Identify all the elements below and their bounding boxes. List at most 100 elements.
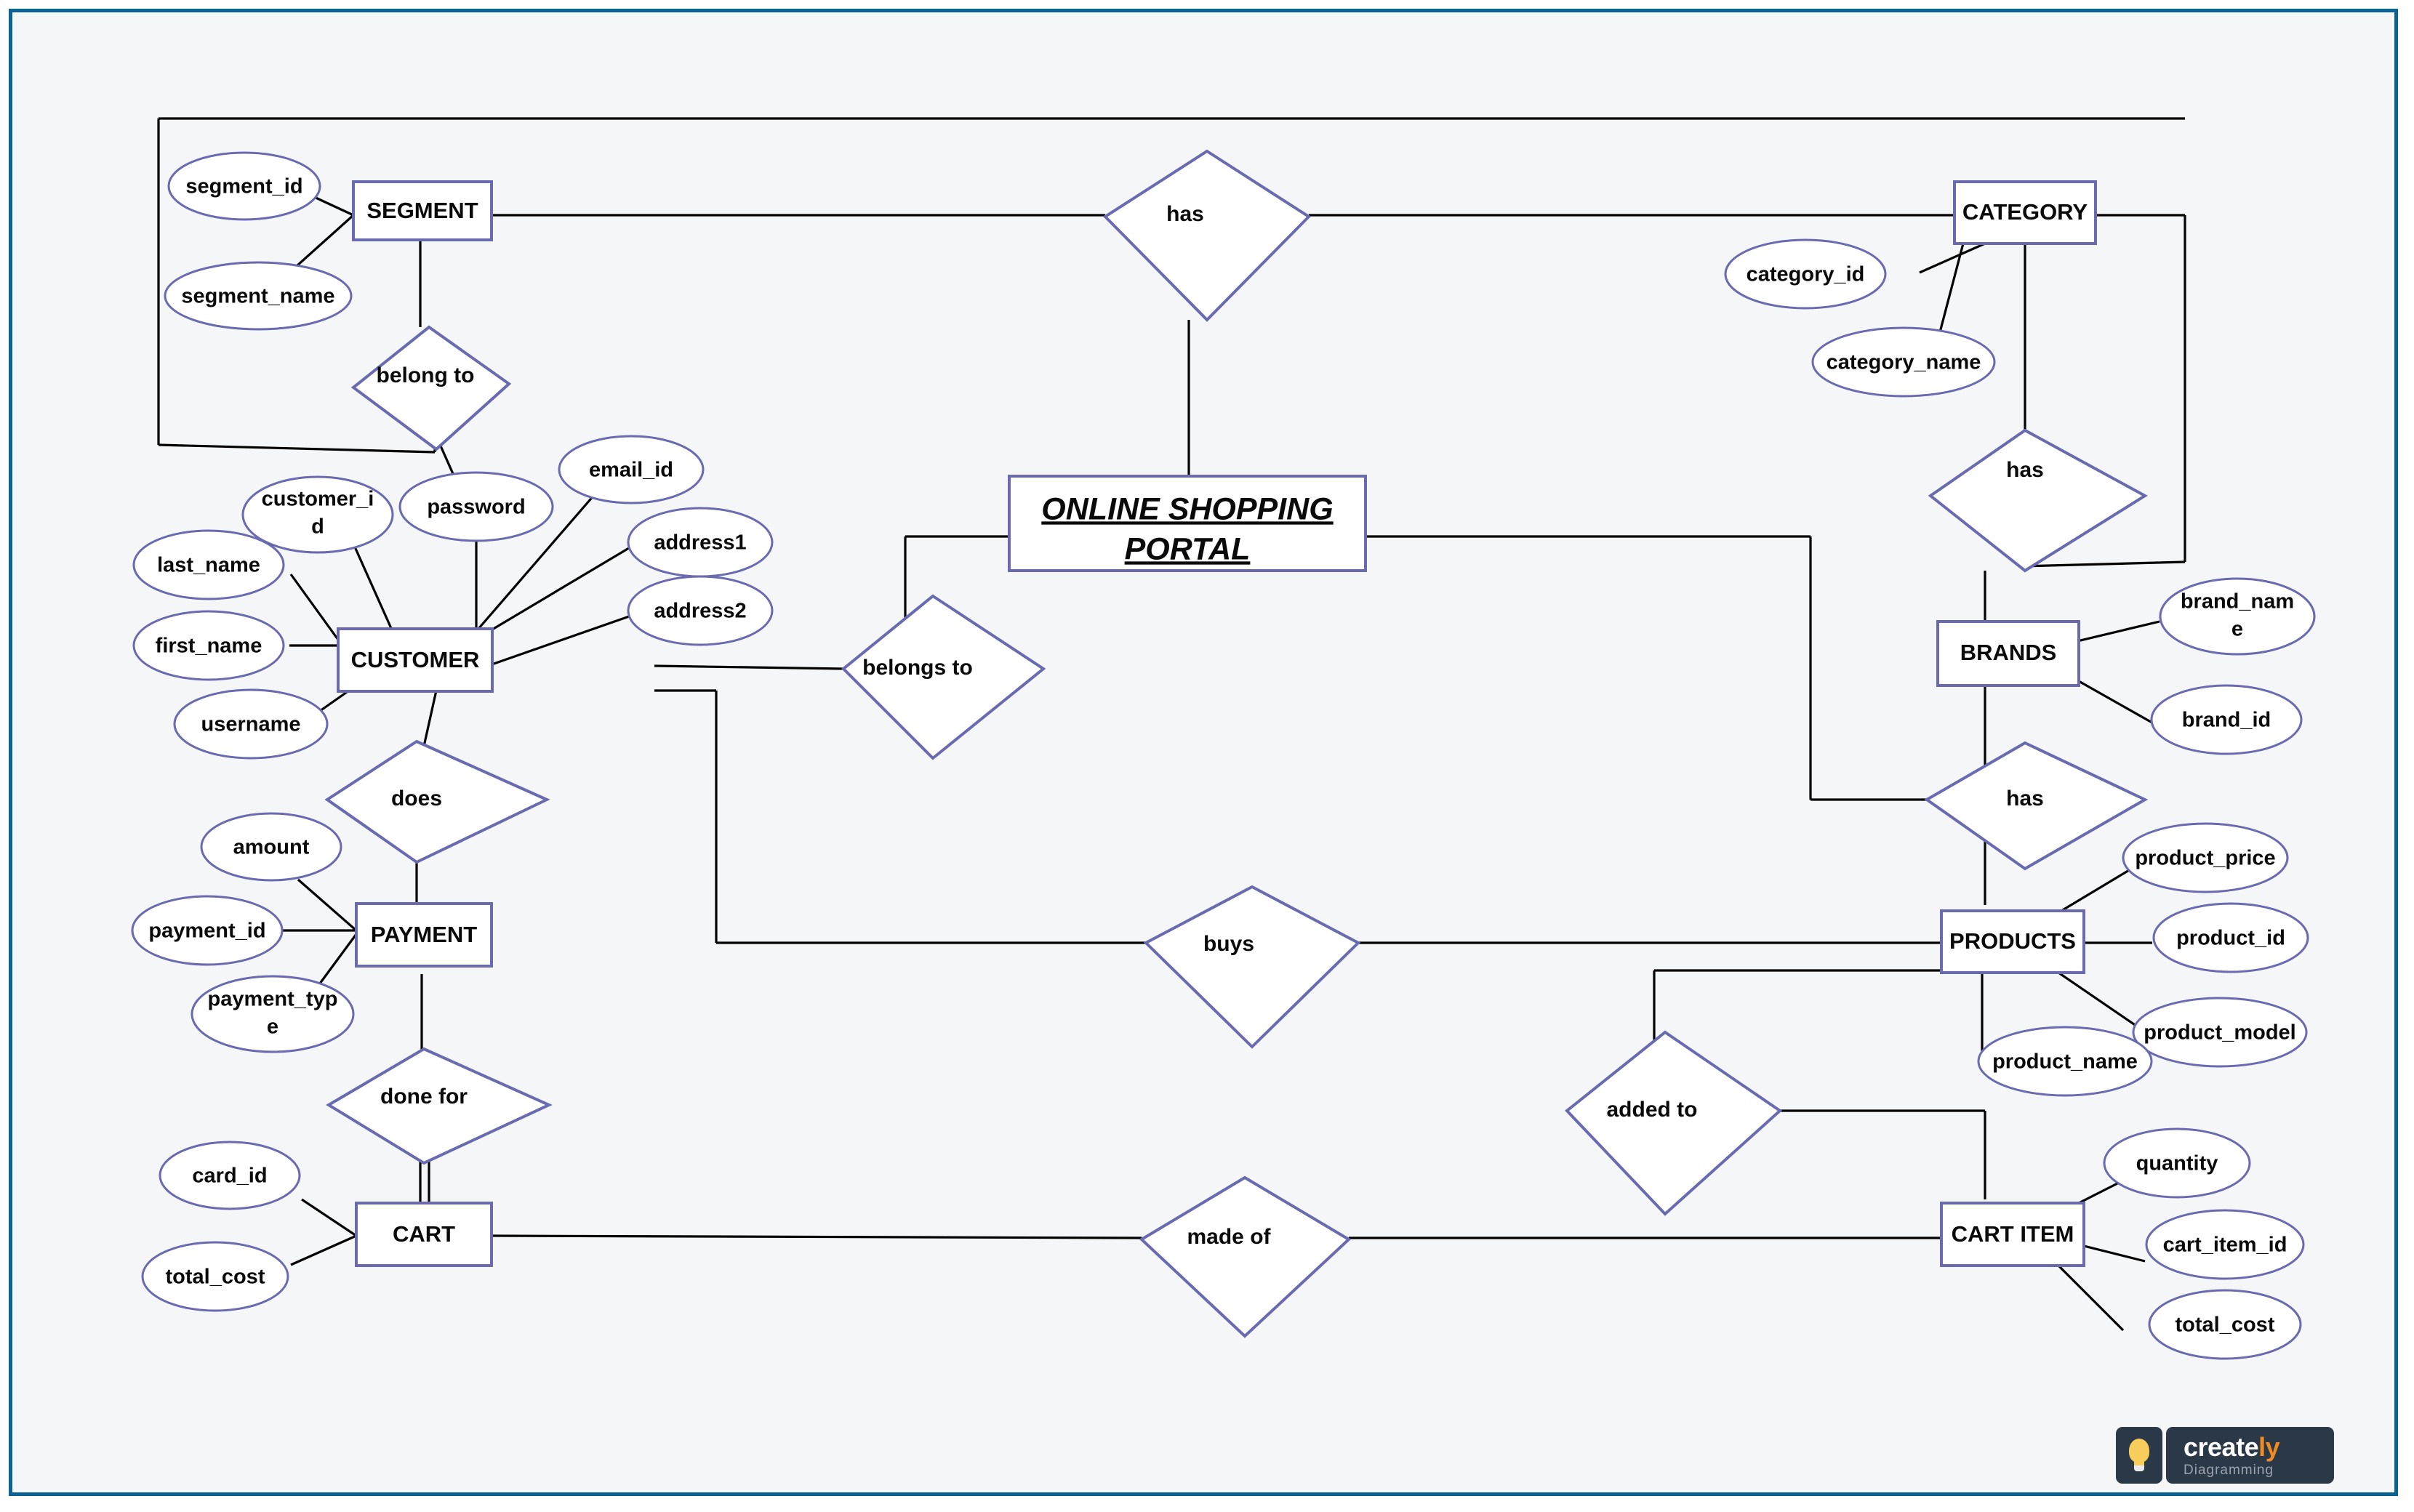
entity-payment[interactable]: PAYMENT bbox=[355, 902, 493, 968]
relationship-added-to-label: added to bbox=[1607, 1098, 1698, 1122]
attribute-segment_id[interactable]: segment_id bbox=[167, 151, 321, 221]
link-attr-card_id bbox=[301, 1198, 357, 1237]
attribute-brand_name[interactable]: brand_nam e bbox=[2159, 577, 2316, 656]
creately-bulb-tile bbox=[2116, 1427, 2162, 1484]
attribute-cart_item_id-label: cart_item_id bbox=[2163, 1234, 2287, 1257]
attribute-last_name-label: last_name bbox=[157, 554, 260, 577]
entity-portal-label-line2: PORTAL bbox=[1125, 531, 1251, 566]
attribute-product_price-label: product_price bbox=[2135, 847, 2275, 870]
entity-category[interactable]: CATEGORY bbox=[1953, 180, 2097, 245]
attribute-product_model-label: product_model bbox=[2144, 1021, 2295, 1045]
attribute-amount[interactable]: amount bbox=[200, 812, 342, 882]
creately-tagline: Diagramming bbox=[2184, 1462, 2274, 1478]
attribute-address1-label: address1 bbox=[654, 531, 746, 555]
attribute-password-label: password bbox=[427, 496, 525, 519]
link-outer-left-bottom bbox=[158, 443, 436, 454]
link-attr-address2 bbox=[468, 609, 646, 674]
entity-payment-label: PAYMENT bbox=[371, 922, 477, 947]
entity-cart-label: CART bbox=[393, 1221, 455, 1247]
attribute-product_id[interactable]: product_id bbox=[2152, 902, 2309, 973]
relationship-has-products[interactable]: has bbox=[1924, 741, 2149, 871]
link-attr-total_cost-cart bbox=[290, 1234, 357, 1266]
attribute-total_cost-cart[interactable]: total_cost bbox=[141, 1241, 289, 1312]
relationship-has-brands[interactable]: has bbox=[1928, 428, 2148, 573]
relationship-done-for[interactable]: done for bbox=[326, 1047, 553, 1165]
relationship-buys[interactable]: buys bbox=[1143, 885, 1361, 1049]
entity-products[interactable]: PRODUCTS bbox=[1940, 909, 2085, 974]
attribute-layer: segment_id segment_name customer_i d pas… bbox=[131, 151, 2316, 1360]
link-attr-amount bbox=[297, 878, 358, 932]
attribute-address2[interactable]: address2 bbox=[627, 575, 774, 646]
relationship-done-for-label: done for bbox=[380, 1085, 468, 1109]
attribute-card_id[interactable]: card_id bbox=[159, 1141, 301, 1210]
link-cart-made-of bbox=[491, 1234, 1142, 1239]
relationship-buys-label: buys bbox=[1203, 932, 1254, 956]
attribute-customer_id[interactable]: customer_i d bbox=[241, 475, 394, 554]
relationship-has-category[interactable]: has bbox=[1102, 149, 1312, 322]
attribute-password[interactable]: password bbox=[398, 471, 554, 542]
attribute-payment_id[interactable]: payment_id bbox=[131, 895, 284, 966]
attribute-category_id[interactable]: category_id bbox=[1724, 238, 1887, 310]
attribute-username[interactable]: username bbox=[173, 688, 329, 760]
creately-word-accent: ly bbox=[2258, 1431, 2280, 1462]
attribute-category_id-label: category_id bbox=[1747, 263, 1865, 286]
attribute-brand_name-label-line2: e bbox=[2231, 618, 2243, 641]
creately-logo[interactable]: creately Diagramming bbox=[2116, 1427, 2334, 1484]
attribute-first_name[interactable]: first_name bbox=[132, 610, 285, 681]
attribute-address2-label: address2 bbox=[654, 600, 746, 623]
entity-cart-item-label: CART ITEM bbox=[1952, 1221, 2074, 1247]
link-attr-address1 bbox=[468, 540, 641, 645]
creately-wordmark: creately bbox=[2184, 1431, 2280, 1462]
entity-cart-item[interactable]: CART ITEM bbox=[1940, 1202, 2085, 1267]
relationship-belongs-to[interactable]: belongs to bbox=[841, 594, 1046, 760]
relationship-does[interactable]: does bbox=[324, 739, 550, 864]
entity-segment-label: SEGMENT bbox=[366, 198, 478, 223]
attribute-product_price[interactable]: product_price bbox=[2122, 822, 2289, 893]
attribute-first_name-label: first_name bbox=[156, 635, 262, 658]
entity-customer[interactable]: CUSTOMER bbox=[337, 627, 494, 693]
entity-online-shopping-portal[interactable]: ONLINE SHOPPING PORTAL bbox=[1008, 475, 1367, 572]
relationship-added-to[interactable]: added to bbox=[1565, 1030, 1783, 1216]
entity-segment[interactable]: SEGMENT bbox=[352, 180, 493, 241]
lightbulb-icon bbox=[2127, 1439, 2152, 1472]
attribute-quantity[interactable]: quantity bbox=[2103, 1127, 2251, 1199]
attribute-customer_id-label-line2: d bbox=[311, 515, 324, 539]
link-attr-last_name bbox=[289, 574, 340, 640]
entity-products-label: PRODUCTS bbox=[1949, 928, 2076, 954]
relationship-made-of[interactable]: made of bbox=[1139, 1175, 1352, 1338]
attribute-brand_id[interactable]: brand_id bbox=[2150, 684, 2303, 755]
link-belongs-to-customer bbox=[654, 664, 844, 670]
attribute-payment_type-label-line2: e bbox=[267, 1016, 278, 1039]
attribute-product_model[interactable]: product_model bbox=[2132, 997, 2308, 1068]
attribute-segment_id-label: segment_id bbox=[185, 175, 302, 198]
link-attr-category_id bbox=[1919, 242, 1986, 274]
attribute-cart_item_id[interactable]: cart_item_id bbox=[2145, 1209, 2305, 1280]
er-diagram: has(top) --> right --> down --> BRANDS "… bbox=[131, 117, 2316, 1360]
creately-text-tile: creately Diagramming bbox=[2166, 1427, 2334, 1484]
attribute-payment_type[interactable]: payment_typ e bbox=[191, 975, 355, 1053]
attribute-product_id-label: product_id bbox=[2176, 927, 2285, 950]
attribute-product_name-label: product_name bbox=[1992, 1050, 2138, 1074]
attribute-total_cost-cart-item[interactable]: total_cost bbox=[2148, 1289, 2302, 1360]
relationship-belong-to[interactable]: belong to bbox=[350, 325, 512, 451]
attribute-total_cost-cart-item-label: total_cost bbox=[2176, 1314, 2275, 1337]
relationship-belongs-to-label: belongs to bbox=[862, 656, 973, 680]
attribute-category_name[interactable]: category_name bbox=[1811, 326, 1996, 398]
attribute-segment_name-label: segment_name bbox=[181, 285, 334, 308]
attribute-payment_id-label: payment_id bbox=[148, 920, 265, 943]
attribute-quantity-label: quantity bbox=[2136, 1152, 2218, 1175]
relationship-has-category-label: has bbox=[1166, 202, 1204, 226]
attribute-email_id[interactable]: email_id bbox=[558, 435, 705, 504]
creately-word-white: create bbox=[2184, 1431, 2259, 1462]
relationship-has-products-label: has bbox=[2006, 787, 2044, 811]
entity-brands[interactable]: BRANDS bbox=[1936, 620, 2080, 687]
entity-portal-label-line1: ONLINE SHOPPING bbox=[1041, 491, 1333, 526]
attribute-segment_name[interactable]: segment_name bbox=[164, 261, 353, 331]
relationship-made-of-label: made of bbox=[1187, 1225, 1271, 1249]
attribute-product_name[interactable]: product_name bbox=[1977, 1026, 2153, 1097]
entity-cart[interactable]: CART bbox=[355, 1202, 493, 1267]
attribute-last_name[interactable]: last_name bbox=[132, 529, 285, 600]
relationship-does-label: does bbox=[391, 787, 442, 811]
entity-category-label: CATEGORY bbox=[1962, 199, 2088, 225]
attribute-address1[interactable]: address1 bbox=[627, 507, 774, 578]
